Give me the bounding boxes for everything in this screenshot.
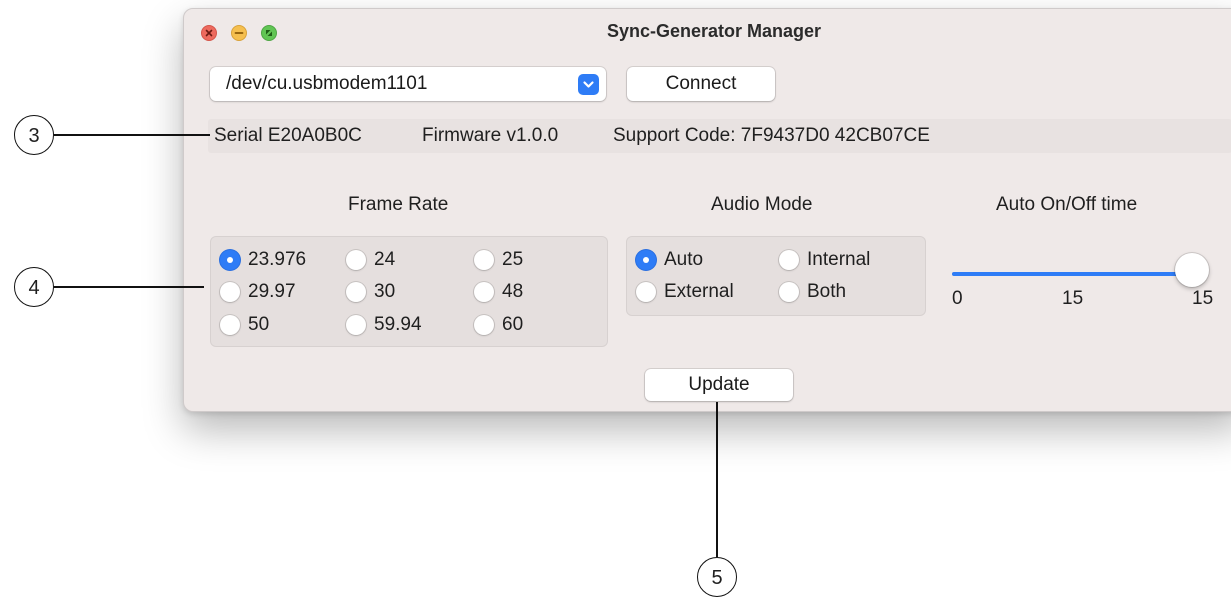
app-window: Sync-Generator Manager /dev/cu.usbmodem1… [183,8,1231,412]
support-code: Support Code: 7F9437D0 42CB07CE [613,125,930,146]
radio-icon [474,315,494,335]
serial-port-select[interactable]: /dev/cu.usbmodem1101 [210,67,606,101]
radio-icon [346,315,366,335]
callout-3: 3 [14,115,54,155]
serial-number: Serial E20A0B0C [214,125,362,146]
radio-icon [779,282,799,302]
frame-rate-group: 23.976 24 25 29.97 30 48 50 59.94 60 [210,236,608,347]
radio-icon [779,250,799,270]
callout-4-leader [54,286,204,288]
device-info-bar: Serial E20A0B0C Firmware v1.0.0 Support … [208,119,1231,153]
callout-3-leader [54,134,210,136]
firmware-version: Firmware v1.0.0 [422,125,559,146]
radio-icon [636,282,656,302]
update-button[interactable]: Update [645,369,793,401]
callout-5-leader [716,402,718,557]
radio-icon [346,250,366,270]
serial-port-value: /dev/cu.usbmodem1101 [226,73,428,94]
radio-icon [474,250,494,270]
window-title: Sync-Generator Manager [606,21,822,41]
auto-time-slider-track[interactable] [952,272,1192,276]
dropdown-toggle[interactable] [578,74,599,95]
radio-icon [220,282,240,302]
audio-mode-group: Auto Internal External Both [626,236,926,316]
radio-icon [220,315,240,335]
radio-selected-icon [220,250,240,270]
radio-icon [346,282,366,302]
auto-time-slider-fill [952,272,1192,276]
frame-rate-heading: Frame Rate [348,194,449,215]
auto-time-slider-thumb[interactable] [1175,253,1209,287]
chevron-down-icon [583,81,594,88]
callout-4: 4 [14,267,54,307]
slider-max-label: 15 [1192,288,1214,309]
connect-button[interactable]: Connect [627,67,775,101]
title-bar: Sync-Generator Manager [184,9,1231,57]
slider-mid-label: 15 [1062,288,1084,309]
auto-time-heading: Auto On/Off time [996,194,1138,215]
radio-icon [474,282,494,302]
audio-mode-heading: Audio Mode [711,194,813,215]
callout-5: 5 [697,557,737,597]
radio-selected-icon [636,250,656,270]
slider-min-label: 0 [952,288,963,309]
